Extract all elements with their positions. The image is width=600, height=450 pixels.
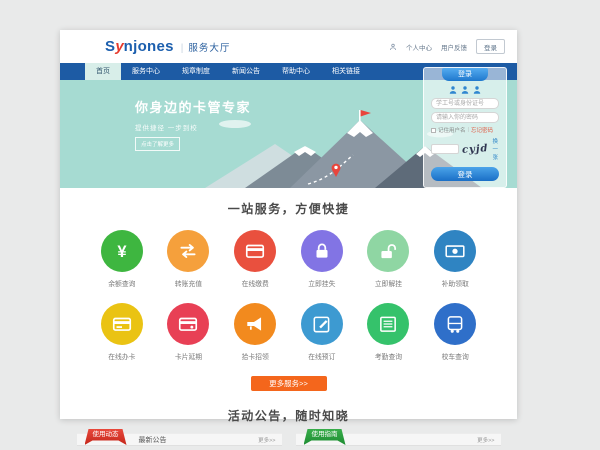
hero-title: 你身边的卡管专家 [135, 97, 251, 116]
hero-subtitle: 提供捷径 一步到校 [135, 122, 251, 132]
service-label: 补助领取 [422, 278, 489, 288]
captcha-input[interactable] [431, 144, 459, 154]
service-label: 转账充值 [155, 278, 222, 288]
login-tab[interactable]: 登录 [442, 68, 488, 81]
portal-page: Synjones | 服务大厅 个人中心 用户反馈 登录 首页 服务中心 规章制… [60, 30, 517, 419]
nav-item-rules[interactable]: 规章制度 [171, 63, 221, 80]
services-grid: ¥ 余额查询 转账充值 在线缴费 [89, 230, 489, 361]
service-label: 余额查询 [89, 278, 156, 288]
hero-cta-button[interactable]: 点击了解更多 [135, 137, 180, 151]
service-tile-pay[interactable]: 在线缴费 [222, 230, 289, 288]
transfer-icon[interactable] [167, 230, 209, 272]
password-input[interactable] [431, 112, 499, 123]
card-renew-icon[interactable] [167, 303, 209, 345]
hero-banner: 你身边的卡管专家 提供捷径 一步到校 点击了解更多 登录 记住用户名 | [60, 80, 517, 188]
service-label: 在线缴费 [222, 278, 289, 288]
header-login-button[interactable]: 登录 [476, 39, 505, 54]
logo-text-rest: njones [124, 38, 174, 55]
service-label: 立即解挂 [355, 278, 422, 288]
news-panel: 使用动态 最新公告 更多>> [77, 433, 282, 446]
guide-panel-header: 使用指南 更多>> [296, 433, 501, 446]
site-name: 服务大厅 [188, 40, 230, 54]
tab-usage-guide[interactable]: 使用指南 [304, 429, 346, 445]
service-tile-card-renew[interactable]: 卡片延期 [155, 303, 222, 361]
service-label: 拾卡招领 [222, 351, 289, 361]
nav-item-help-center[interactable]: 帮助中心 [271, 63, 321, 80]
nav-item-news[interactable]: 新闻公告 [221, 63, 271, 80]
login-panel: 登录 记住用户名 | 忘记密码 cyjd 换一张 [423, 67, 507, 188]
card-apply-icon[interactable] [101, 303, 143, 345]
logo-text: S [105, 38, 115, 55]
bank-card-icon[interactable] [234, 230, 276, 272]
nav-item-links[interactable]: 相关链接 [321, 63, 371, 80]
yen-icon[interactable]: ¥ [101, 230, 143, 272]
bus-icon[interactable] [434, 303, 476, 345]
captcha-refresh-link[interactable]: 换一张 [492, 137, 499, 161]
nav-item-home[interactable]: 首页 [85, 63, 121, 80]
forgot-password-link[interactable]: 忘记密码 [471, 126, 493, 134]
users-icon [424, 85, 506, 95]
options-separator: | [468, 127, 469, 133]
guide-panel: 使用指南 更多>> [296, 433, 501, 446]
service-label: 立即挂失 [288, 278, 355, 288]
service-tile-transfer[interactable]: 转账充值 [155, 230, 222, 288]
news-panel-header: 使用动态 最新公告 更多>> [77, 433, 282, 446]
lock-icon[interactable] [301, 230, 343, 272]
service-tile-lost-found[interactable]: 拾卡招领 [222, 303, 289, 361]
remember-checkbox[interactable] [431, 128, 436, 133]
service-tile-balance[interactable]: ¥ 余额查询 [89, 230, 156, 288]
service-tile-subsidy[interactable]: 补助领取 [422, 230, 489, 288]
service-label: 在线办卡 [89, 351, 156, 361]
logo-divider: | [181, 43, 184, 54]
desktop-background: Synjones | 服务大厅 个人中心 用户反馈 登录 首页 服务中心 规章制… [0, 0, 600, 450]
unlock-icon[interactable] [367, 230, 409, 272]
service-tile-booking[interactable]: 在线预订 [288, 303, 355, 361]
login-options: 记住用户名 | 忘记密码 [431, 126, 499, 134]
service-label: 考勤查询 [355, 351, 422, 361]
services-heading: 一站服务，方便快捷 [60, 200, 517, 217]
header-links: 个人中心 用户反馈 登录 [389, 39, 505, 54]
personal-center-link[interactable]: 个人中心 [406, 42, 432, 52]
tab-usage-news[interactable]: 使用动态 [85, 429, 127, 445]
services-section: 一站服务，方便快捷 ¥ 余额查询 转账充值 [60, 188, 517, 391]
edit-icon[interactable] [301, 303, 343, 345]
captcha-row: cyjd 换一张 [431, 137, 499, 161]
service-label: 校车查询 [422, 351, 489, 361]
announcements-heading: 活动公告，随时知晓 [60, 407, 517, 424]
service-tile-attendance[interactable]: 考勤查询 [355, 303, 422, 361]
guide-more-link[interactable]: 更多>> [477, 436, 494, 444]
announcements-section: 活动公告，随时知晓 使用动态 最新公告 更多>> 使用指南 更多>> [60, 391, 517, 446]
banknote-icon[interactable] [434, 230, 476, 272]
megaphone-icon[interactable] [234, 303, 276, 345]
logo-accent-letter: y [115, 38, 123, 55]
site-header: Synjones | 服务大厅 个人中心 用户反馈 登录 [60, 30, 517, 63]
login-submit-button[interactable]: 登录 [431, 167, 499, 181]
username-input[interactable] [431, 98, 499, 109]
user-icon [389, 43, 397, 51]
svg-text:¥: ¥ [117, 243, 127, 261]
service-tile-apply-card[interactable]: 在线办卡 [89, 303, 156, 361]
service-label: 在线预订 [288, 351, 355, 361]
service-tile-report-loss[interactable]: 立即挂失 [288, 230, 355, 288]
nav-item-service-center[interactable]: 服务中心 [121, 63, 171, 80]
service-label: 卡片延期 [155, 351, 222, 361]
tab-latest-announcements[interactable]: 最新公告 [139, 435, 167, 445]
captcha-image[interactable]: cyjd [462, 143, 489, 156]
service-tile-cancel-loss[interactable]: 立即解挂 [355, 230, 422, 288]
service-tile-school-bus[interactable]: 校车查询 [422, 303, 489, 361]
site-logo[interactable]: Synjones | 服务大厅 [105, 38, 230, 55]
announcement-panels: 使用动态 最新公告 更多>> 使用指南 更多>> [77, 433, 501, 446]
attendance-icon[interactable] [367, 303, 409, 345]
hero-text: 你身边的卡管专家 提供捷径 一步到校 点击了解更多 [135, 97, 251, 151]
more-services-button[interactable]: 更多服务>> [251, 376, 327, 391]
remember-label: 记住用户名 [438, 126, 466, 134]
news-more-link[interactable]: 更多>> [258, 436, 275, 444]
user-feedback-link[interactable]: 用户反馈 [441, 42, 467, 52]
